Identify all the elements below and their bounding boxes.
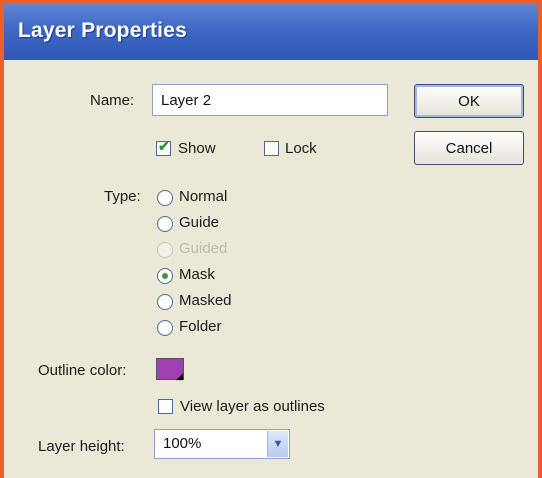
type-option-guided-label: Guided <box>179 240 228 257</box>
type-radio-guided <box>157 242 173 258</box>
type-radio-mask[interactable] <box>157 268 173 284</box>
type-radio-masked[interactable] <box>157 294 173 310</box>
layer-height-label: Layer height: <box>38 438 125 455</box>
layer-properties-dialog: Layer Properties Name: OK Cancel ✔ Show … <box>4 4 538 478</box>
show-label[interactable]: Show <box>178 140 216 157</box>
layer-height-select[interactable]: 100% ▼ <box>154 429 290 459</box>
checkmark-icon: ✔ <box>158 138 170 154</box>
name-label: Name: <box>90 92 135 109</box>
show-checkbox[interactable]: ✔ <box>156 138 171 156</box>
type-radio-normal[interactable] <box>157 190 173 206</box>
layer-height-value: 100% <box>163 435 202 452</box>
name-field[interactable] <box>152 84 388 116</box>
view-outlines-checkbox[interactable] <box>158 399 173 414</box>
type-option-guide-label[interactable]: Guide <box>179 214 219 231</box>
type-option-folder-label[interactable]: Folder <box>179 318 222 335</box>
swatch-dropdown-icon: ◢ <box>176 371 183 381</box>
type-label: Type: <box>104 188 141 205</box>
lock-checkbox[interactable] <box>264 141 279 156</box>
lock-label[interactable]: Lock <box>285 140 317 157</box>
radio-selected-dot-icon <box>162 273 168 279</box>
type-option-mask-label[interactable]: Mask <box>179 266 215 283</box>
cancel-button[interactable]: Cancel <box>414 131 524 165</box>
dialog-title: Layer Properties <box>18 19 187 42</box>
outline-color-swatch[interactable]: ◢ <box>156 358 184 381</box>
type-option-normal-label[interactable]: Normal <box>179 188 227 205</box>
view-outlines-label[interactable]: View layer as outlines <box>180 398 325 415</box>
type-radio-guide[interactable] <box>157 216 173 232</box>
outline-color-label: Outline color: <box>38 362 127 379</box>
type-radio-folder[interactable] <box>157 320 173 336</box>
ok-button[interactable]: OK <box>414 84 524 118</box>
chevron-down-icon[interactable]: ▼ <box>267 431 288 457</box>
type-option-masked-label[interactable]: Masked <box>179 292 232 309</box>
title-bar[interactable]: Layer Properties <box>4 4 538 60</box>
